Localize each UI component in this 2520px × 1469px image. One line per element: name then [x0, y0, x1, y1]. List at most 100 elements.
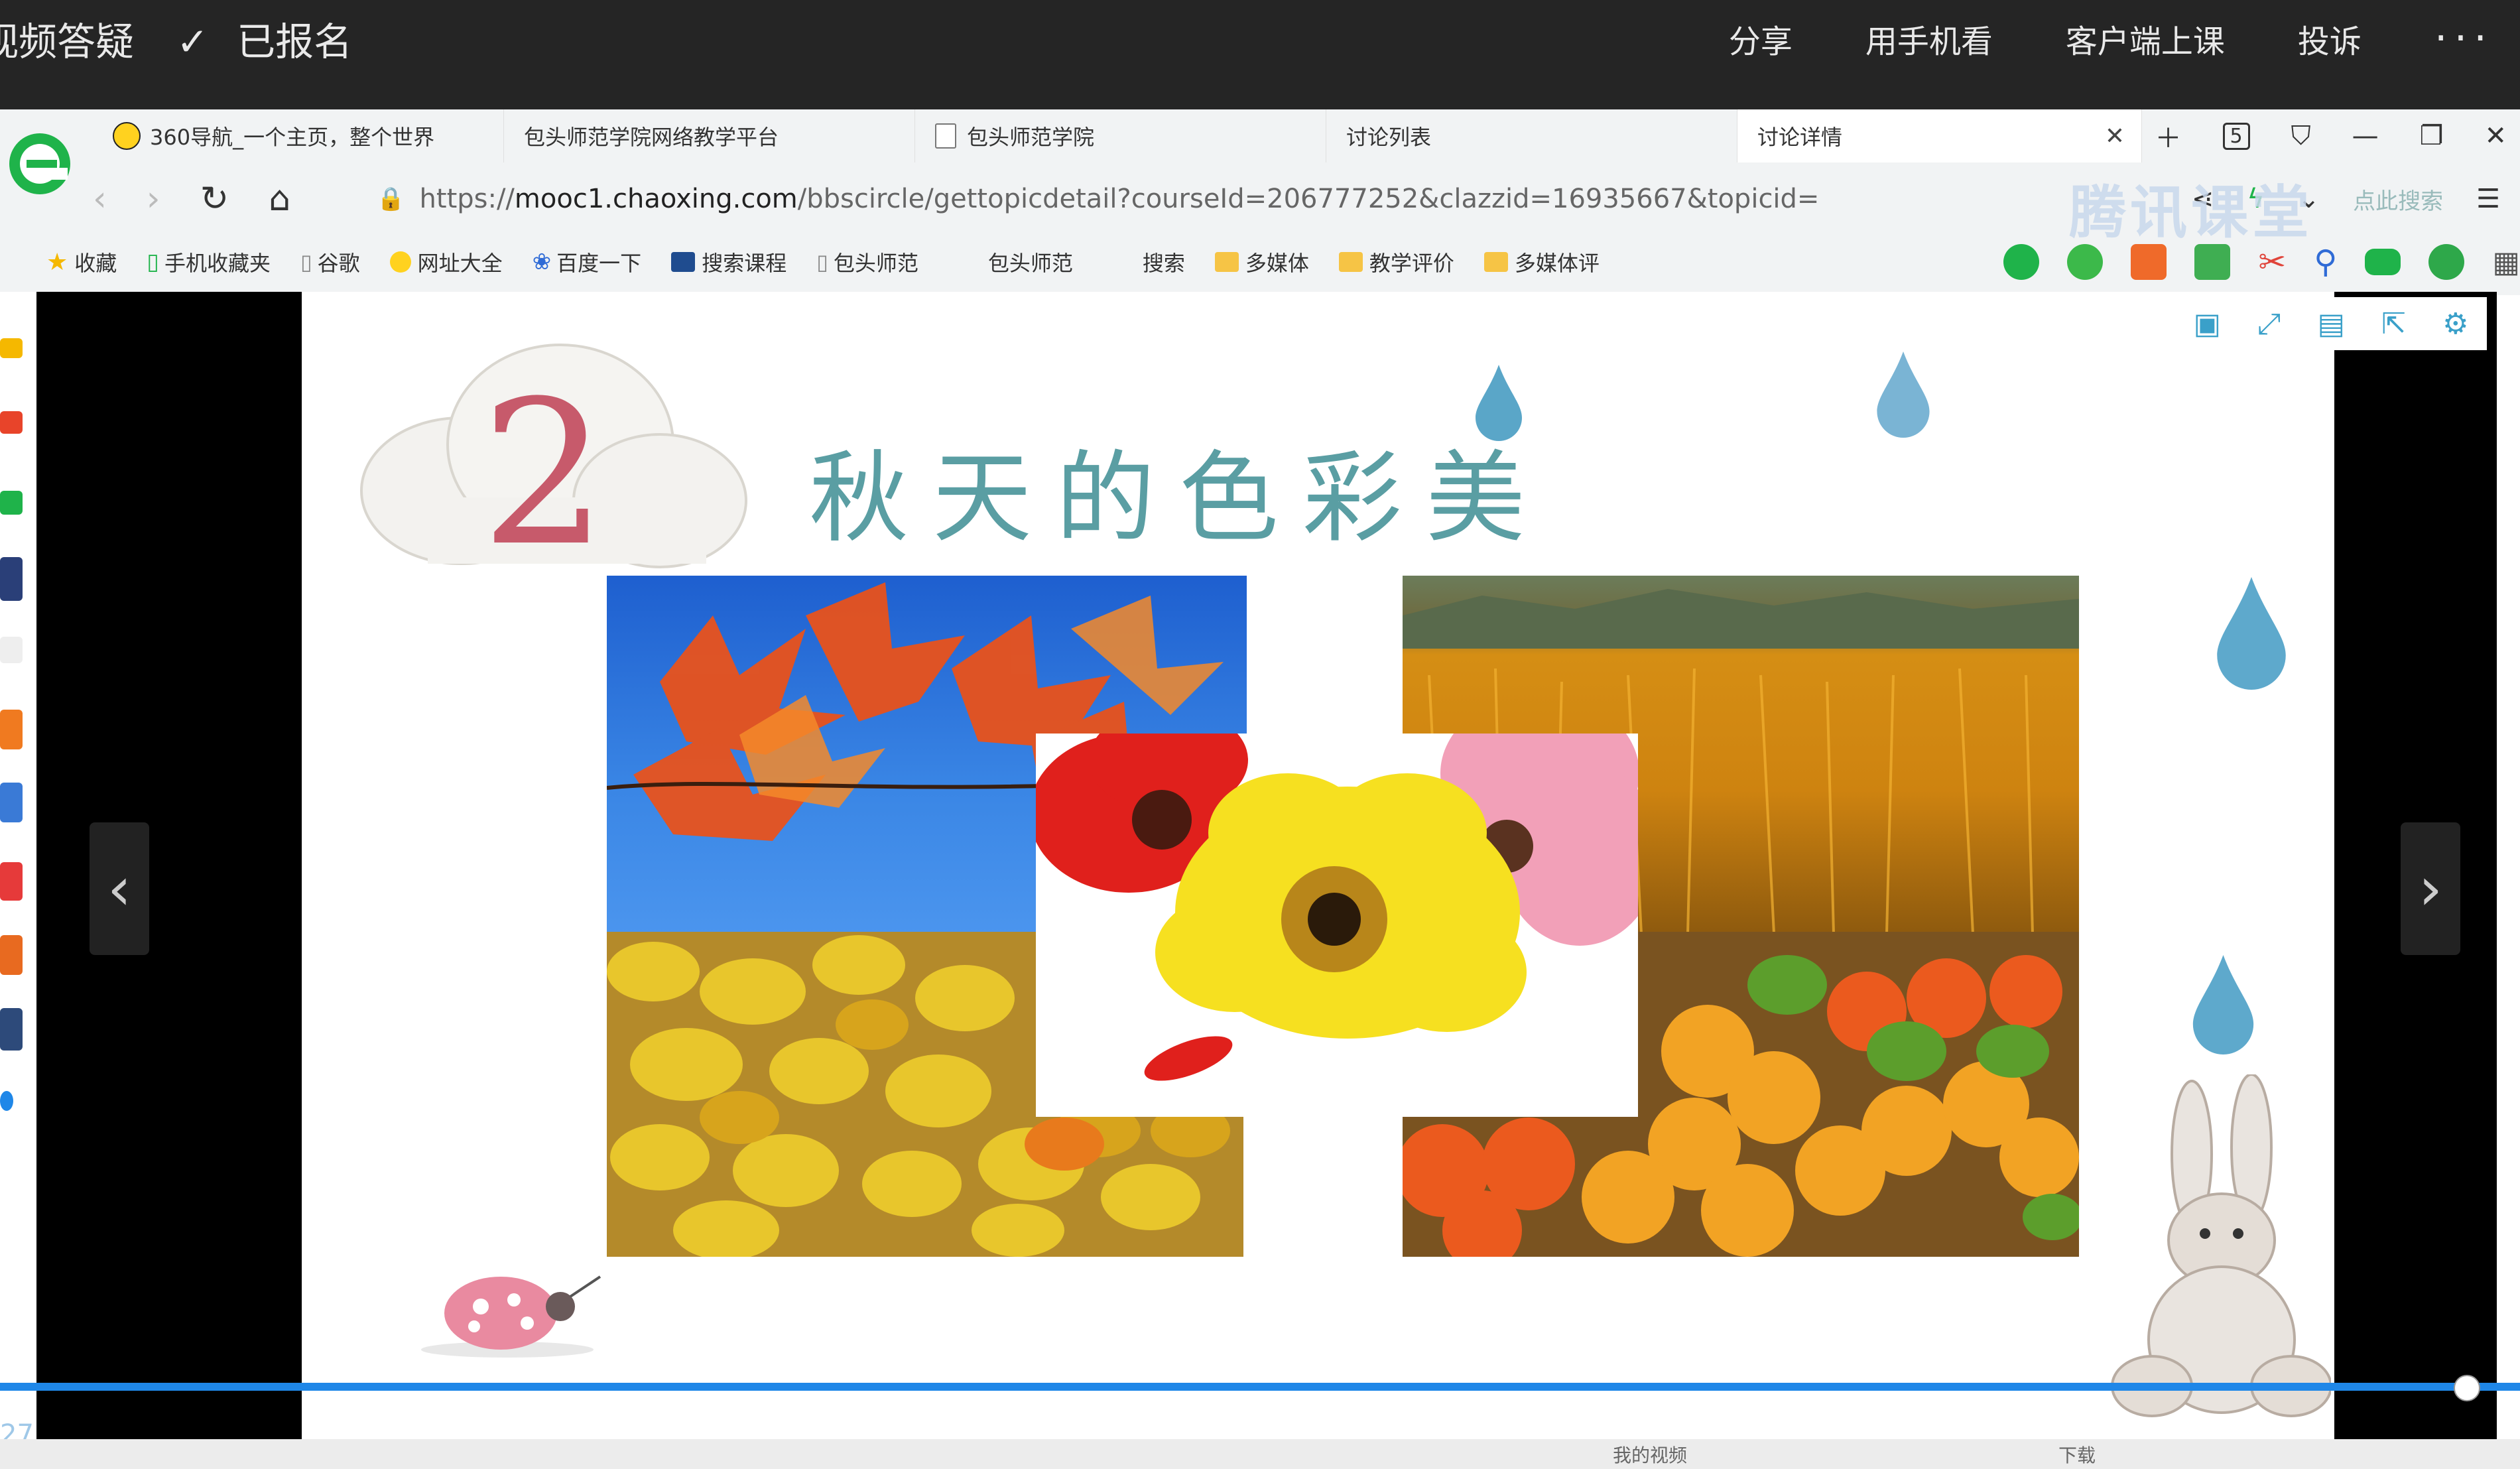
- extension-icons: ✂ ⚲ ▦: [2003, 235, 2520, 288]
- tv-icon[interactable]: [2131, 244, 2167, 280]
- bookmark-item[interactable]: 包头师范: [988, 247, 1073, 277]
- bookmark-item[interactable]: ▯ 手机收藏夹: [147, 247, 271, 277]
- fit-icon[interactable]: ▣: [2194, 307, 2222, 341]
- registered-status[interactable]: ✓ 已报名: [176, 11, 353, 66]
- bookmark-folder[interactable]: 多媒体: [1214, 247, 1309, 277]
- fullscreen-icon[interactable]: ⤢: [2257, 307, 2281, 341]
- tab-360-nav[interactable]: 360导航_一个主页，整个世界: [93, 109, 504, 162]
- grid-icon[interactable]: ▦: [2492, 245, 2520, 279]
- settings-icon[interactable]: ⚙: [2442, 307, 2468, 341]
- bookmark-item[interactable]: ▯ 谷歌: [300, 247, 360, 277]
- slide-number: 2: [481, 358, 607, 590]
- reload-icon[interactable]: ↻: [200, 179, 229, 219]
- my-video-item[interactable]: 我的视频: [1613, 1441, 1687, 1468]
- phone-icon: ▯: [147, 249, 160, 275]
- check-icon: ✓: [176, 19, 209, 64]
- plugin-icon[interactable]: [2194, 244, 2231, 280]
- bookmarks-bar: ★ 收藏 ▯ 手机收藏夹 ▯ 谷歌 网址大全 ❀ 百度一下 搜索课程 ▯ 包头师…: [0, 235, 2520, 288]
- doc-icon: [935, 123, 956, 149]
- page-icon[interactable]: [0, 637, 23, 663]
- menu-icon[interactable]: ☰: [2476, 184, 2500, 214]
- browser-logo-icon[interactable]: [7, 116, 73, 212]
- bookmark-item[interactable]: 搜索课程: [671, 247, 787, 277]
- url-domain: mooc1.chaoxing.com: [514, 184, 798, 214]
- tab-label: 360导航_一个主页，整个世界: [150, 125, 435, 150]
- folder-icon: [1483, 252, 1508, 272]
- tab-baotou-college[interactable]: 包头师范学院: [915, 109, 1326, 162]
- video-qa-link[interactable]: 视频答疑: [0, 11, 134, 66]
- bookmark-item[interactable]: 搜索: [1143, 247, 1185, 277]
- news-icon[interactable]: [0, 557, 23, 601]
- ladybug-illustration: [421, 1275, 601, 1358]
- refresh-icon[interactable]: [0, 1091, 13, 1111]
- paw-icon: ❀: [532, 249, 552, 275]
- chat-icon[interactable]: [2003, 244, 2040, 280]
- app2-icon[interactable]: [0, 1008, 23, 1051]
- next-slide-arrow[interactable]: ›: [2401, 822, 2460, 955]
- doc-icon: ▯: [816, 249, 828, 275]
- video-icon[interactable]: [0, 862, 23, 901]
- bookmark-item[interactable]: ▯ 包头师范: [816, 247, 918, 277]
- url-prefix: https://: [419, 184, 515, 214]
- bookmark-label: 搜索: [1142, 251, 1185, 276]
- mail-icon[interactable]: [0, 491, 23, 515]
- progress-bar[interactable]: [0, 1383, 2520, 1391]
- gerbera-flowers-photo: [1036, 734, 1638, 1117]
- shield-icon[interactable]: [2428, 244, 2465, 280]
- bookmark-item[interactable]: 网址大全: [389, 247, 503, 277]
- bookmark-item[interactable]: ★ 收藏: [46, 247, 117, 277]
- progress-handle[interactable]: [2454, 1375, 2480, 1401]
- tab-discussion-detail[interactable]: 讨论详情 ✕: [1737, 109, 2142, 162]
- bookmark-folder[interactable]: 教学评价: [1338, 247, 1454, 277]
- back-icon[interactable]: ‹: [93, 179, 107, 219]
- tab-discussion-list[interactable]: 讨论列表: [1326, 109, 1737, 162]
- close-tab-icon[interactable]: ✕: [2105, 123, 2125, 150]
- shop-icon[interactable]: [0, 710, 23, 749]
- url-path: /bbscircle/gettopicdetail?courseId=20677…: [797, 184, 1820, 214]
- doc-icon: ▯: [300, 249, 312, 275]
- player-toolbar: ▣ ⤢ ▤ ⇱ ⚙: [2175, 297, 2487, 350]
- restore-icon[interactable]: ❐: [2420, 121, 2444, 151]
- close-window-icon[interactable]: ✕: [2484, 121, 2507, 151]
- home-icon[interactable]: ⌂: [269, 179, 290, 219]
- left-sidebar: [0, 292, 36, 1439]
- minimize-icon[interactable]: —: [2352, 121, 2379, 151]
- gamepad-icon[interactable]: [2365, 249, 2401, 275]
- client-class-button[interactable]: 客户端上课: [2066, 15, 2225, 62]
- previous-slide-arrow[interactable]: ‹: [90, 822, 149, 955]
- weibo-icon[interactable]: [0, 411, 23, 434]
- flag-icon: [671, 252, 696, 272]
- registered-label: 已报名: [237, 19, 353, 64]
- star-icon[interactable]: [0, 338, 23, 358]
- status-bar: 我的视频 下载: [0, 1439, 2520, 1469]
- complaint-button[interactable]: 投诉: [2298, 15, 2362, 62]
- bookmark-folder[interactable]: 多媒体评: [1483, 247, 1600, 277]
- url-field[interactable]: 🔒 https:// mooc1.chaoxing.com /bbscircle…: [377, 184, 1819, 214]
- bookmark-label: 多媒体: [1245, 251, 1309, 276]
- tab-count-badge[interactable]: 5: [2222, 122, 2250, 150]
- app-icon[interactable]: [0, 935, 23, 975]
- new-tab-icon[interactable]: ＋: [2155, 117, 2182, 155]
- lock-icon: 🔒: [377, 186, 405, 212]
- 360-icon: [113, 122, 141, 150]
- share-button[interactable]: 分享: [1729, 15, 1793, 62]
- save-icon[interactable]: ▤: [2317, 307, 2345, 341]
- raindrop-icon: [2217, 577, 2286, 690]
- download-item[interactable]: 下载: [2058, 1441, 2096, 1468]
- more-icon[interactable]: ···: [2434, 14, 2493, 62]
- scissors-icon[interactable]: ✂: [2258, 243, 2286, 281]
- tab-label: 包头师范学院网络教学平台: [524, 125, 779, 150]
- game-icon[interactable]: [0, 783, 23, 822]
- raindrop-icon: [1476, 365, 1522, 441]
- rabbit-illustration: [2111, 1074, 2331, 1417]
- magnifier-icon[interactable]: ⚲: [2314, 243, 2337, 281]
- tab-teaching-platform[interactable]: 包头师范学院网络教学平台: [504, 109, 915, 162]
- shirt-icon[interactable]: ⛉: [2291, 121, 2311, 151]
- assist-icon[interactable]: [2067, 244, 2104, 280]
- search-hint[interactable]: 点此搜索: [2353, 183, 2443, 216]
- bookmark-item[interactable]: ❀ 百度一下: [533, 247, 642, 277]
- watch-on-phone-button[interactable]: 用手机看: [1865, 15, 1993, 62]
- export-icon[interactable]: ⇱: [2381, 307, 2406, 341]
- bookmark-label: 收藏: [74, 251, 117, 276]
- forward-icon[interactable]: ›: [147, 179, 160, 219]
